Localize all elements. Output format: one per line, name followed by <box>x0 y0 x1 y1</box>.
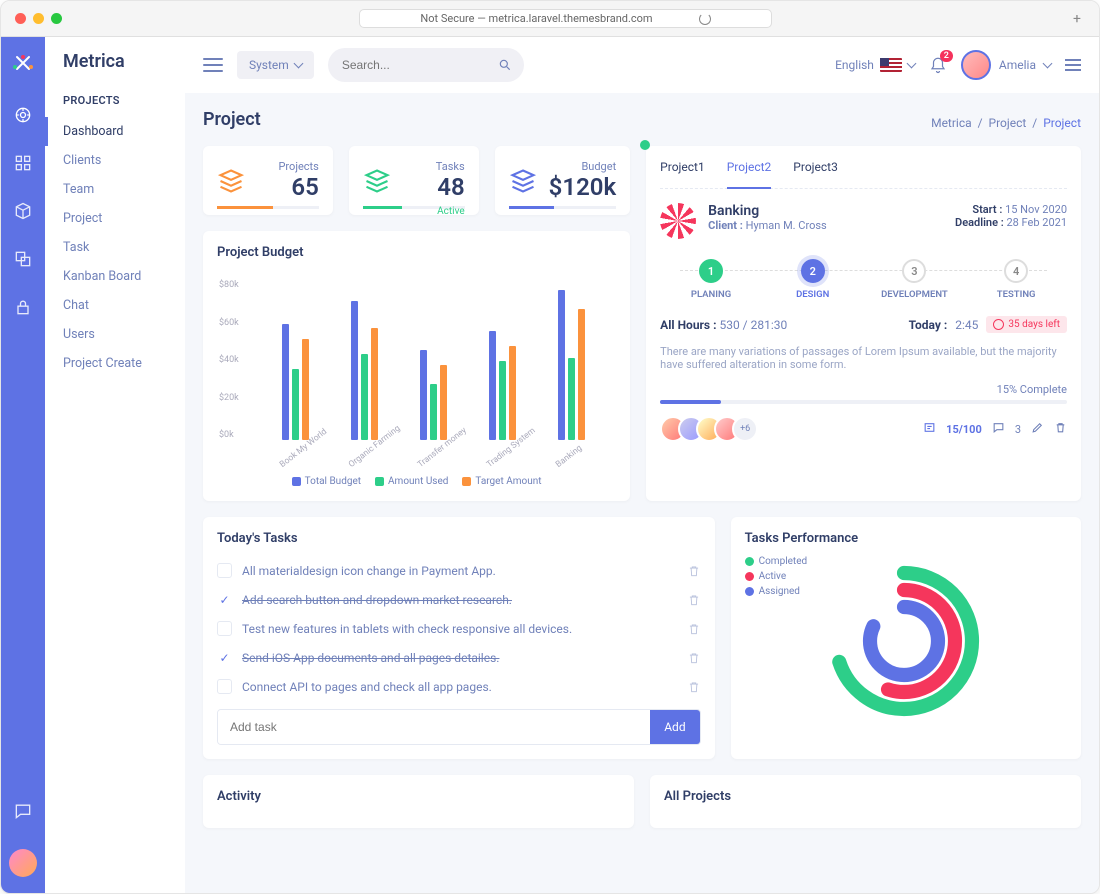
project-description: There are many variations of passages of… <box>660 345 1067 371</box>
settings-toggle-icon[interactable] <box>1065 59 1081 71</box>
sidebar-item-dashboard[interactable]: Dashboard <box>45 117 185 146</box>
checkbox-icon[interactable] <box>217 563 232 578</box>
status-indicator <box>640 140 650 150</box>
sidebar-heading: PROJECTS <box>45 90 185 117</box>
tab-project1[interactable]: Project1 <box>660 160 705 180</box>
search-icon[interactable] <box>492 52 518 78</box>
budget-chart: $0k$20k$40k$60k$80kBook My WorldOrganic … <box>217 270 616 470</box>
sidebar-item-clients[interactable]: Clients <box>45 146 185 175</box>
card-title: Project Budget <box>217 245 616 260</box>
system-dropdown[interactable]: System <box>237 51 314 79</box>
team-avatars[interactable]: +6 <box>660 416 758 442</box>
trash-icon[interactable] <box>687 651 701 665</box>
user-menu[interactable]: Amelia <box>961 50 1051 80</box>
task-row[interactable]: Test new features in tablets with check … <box>217 614 701 643</box>
language-select[interactable]: English <box>835 58 915 72</box>
task-row[interactable]: ✓Send iOS App documents and all pages de… <box>217 643 701 672</box>
app-logo-icon[interactable] <box>11 53 35 77</box>
flag-icon <box>880 58 902 72</box>
layers-icon <box>217 167 245 195</box>
task-row[interactable]: Connect API to pages and check all app p… <box>217 672 701 701</box>
rail-chat-icon[interactable] <box>13 801 33 821</box>
trash-icon[interactable] <box>687 593 701 607</box>
comments-icon <box>992 421 1005 437</box>
topbar: System English 2 Amelia <box>185 37 1099 93</box>
task-row[interactable]: ✓Add search button and dropdown market r… <box>217 585 701 614</box>
search-box[interactable] <box>328 48 524 82</box>
rail-box-icon[interactable] <box>13 201 33 221</box>
browser-chrome: Not Secure — metrica.laravel.themesbrand… <box>1 1 1099 37</box>
sidebar-item-task[interactable]: Task <box>45 233 185 262</box>
search-input[interactable] <box>342 58 492 72</box>
breadcrumb: Metrica / Project / Project <box>931 116 1081 130</box>
sidebar-item-users[interactable]: Users <box>45 320 185 349</box>
edit-icon[interactable] <box>1031 421 1044 437</box>
avatar <box>961 50 991 80</box>
trash-icon[interactable] <box>687 680 701 694</box>
add-task-input[interactable] <box>218 710 650 744</box>
sidebar: Metrica PROJECTS DashboardClientsTeamPro… <box>45 37 185 893</box>
radial-chart <box>819 556 989 726</box>
project-detail-card: Project1Project2Project3 Banking Client … <box>646 146 1081 501</box>
checkbox-icon[interactable] <box>217 679 232 694</box>
rail-copy-icon[interactable] <box>13 249 33 269</box>
sidebar-item-chat[interactable]: Chat <box>45 291 185 320</box>
all-projects-card: All Projects <box>650 775 1081 828</box>
brand-title: Metrica <box>45 51 185 90</box>
tab-project2[interactable]: Project2 <box>727 160 772 189</box>
chevron-down-icon <box>293 59 303 69</box>
tasks-stat-icon <box>923 421 936 437</box>
layers-icon <box>363 167 391 195</box>
stat-card-projects: Projects65 <box>203 146 333 215</box>
page-title: Project <box>203 109 261 130</box>
sidebar-item-kanban-board[interactable]: Kanban Board <box>45 262 185 291</box>
step-testing: 4TESTING <box>965 259 1067 300</box>
project-tabs: Project1 Project2 Project3 <box>660 160 1067 189</box>
todays-tasks-card: Today's Tasks All materialdesign icon ch… <box>203 517 715 759</box>
sidebar-item-team[interactable]: Team <box>45 175 185 204</box>
new-tab-button[interactable]: + <box>1069 11 1085 27</box>
rail-lock-icon[interactable] <box>13 297 33 317</box>
checkbox-icon[interactable] <box>217 621 232 636</box>
step-planing: 1PLANING <box>660 259 762 300</box>
tasks-performance-card: Tasks Performance CompletedActiveAssigne… <box>731 517 1081 759</box>
icon-rail <box>1 37 45 893</box>
trash-icon[interactable] <box>687 564 701 578</box>
tab-project3[interactable]: Project3 <box>793 160 838 180</box>
days-left-badge: 35 days left <box>986 316 1067 333</box>
url-bar[interactable]: Not Secure — metrica.laravel.themesbrand… <box>359 9 771 28</box>
refresh-icon[interactable] <box>699 13 711 25</box>
checkbox-icon[interactable]: ✓ <box>217 650 232 665</box>
trash-icon[interactable] <box>687 622 701 636</box>
layers-icon <box>509 167 537 195</box>
project-name: Banking <box>708 203 827 219</box>
trash-icon[interactable] <box>1054 421 1067 437</box>
notifications-button[interactable]: 2 <box>929 56 947 74</box>
checkbox-icon[interactable]: ✓ <box>217 592 232 607</box>
hamburger-icon[interactable] <box>203 58 223 72</box>
step-development: 3DEVELOPMENT <box>864 259 966 300</box>
chevron-down-icon <box>1043 59 1053 69</box>
sidebar-item-project-create[interactable]: Project Create <box>45 349 185 378</box>
task-row[interactable]: All materialdesign icon change in Paymen… <box>217 556 701 585</box>
notification-badge: 2 <box>940 50 953 62</box>
progress-bar <box>660 400 1067 404</box>
budget-card: Project Budget $0k$20k$40k$60k$80kBook M… <box>203 231 630 501</box>
rail-apps-icon[interactable] <box>13 153 33 173</box>
sidebar-item-project[interactable]: Project <box>45 204 185 233</box>
traffic-lights[interactable] <box>15 13 62 24</box>
add-task-button[interactable]: Add <box>650 710 699 744</box>
project-logo-icon <box>660 203 696 239</box>
rail-avatar[interactable] <box>9 849 37 877</box>
chevron-down-icon <box>906 59 916 69</box>
stat-card-budget: Budget$120k <box>495 146 631 215</box>
stat-card-tasks: Tasks48 Active <box>349 146 479 215</box>
activity-card: Activity <box>203 775 634 828</box>
rail-dashboard-icon[interactable] <box>13 105 33 125</box>
step-design: 2DESIGN <box>762 259 864 300</box>
